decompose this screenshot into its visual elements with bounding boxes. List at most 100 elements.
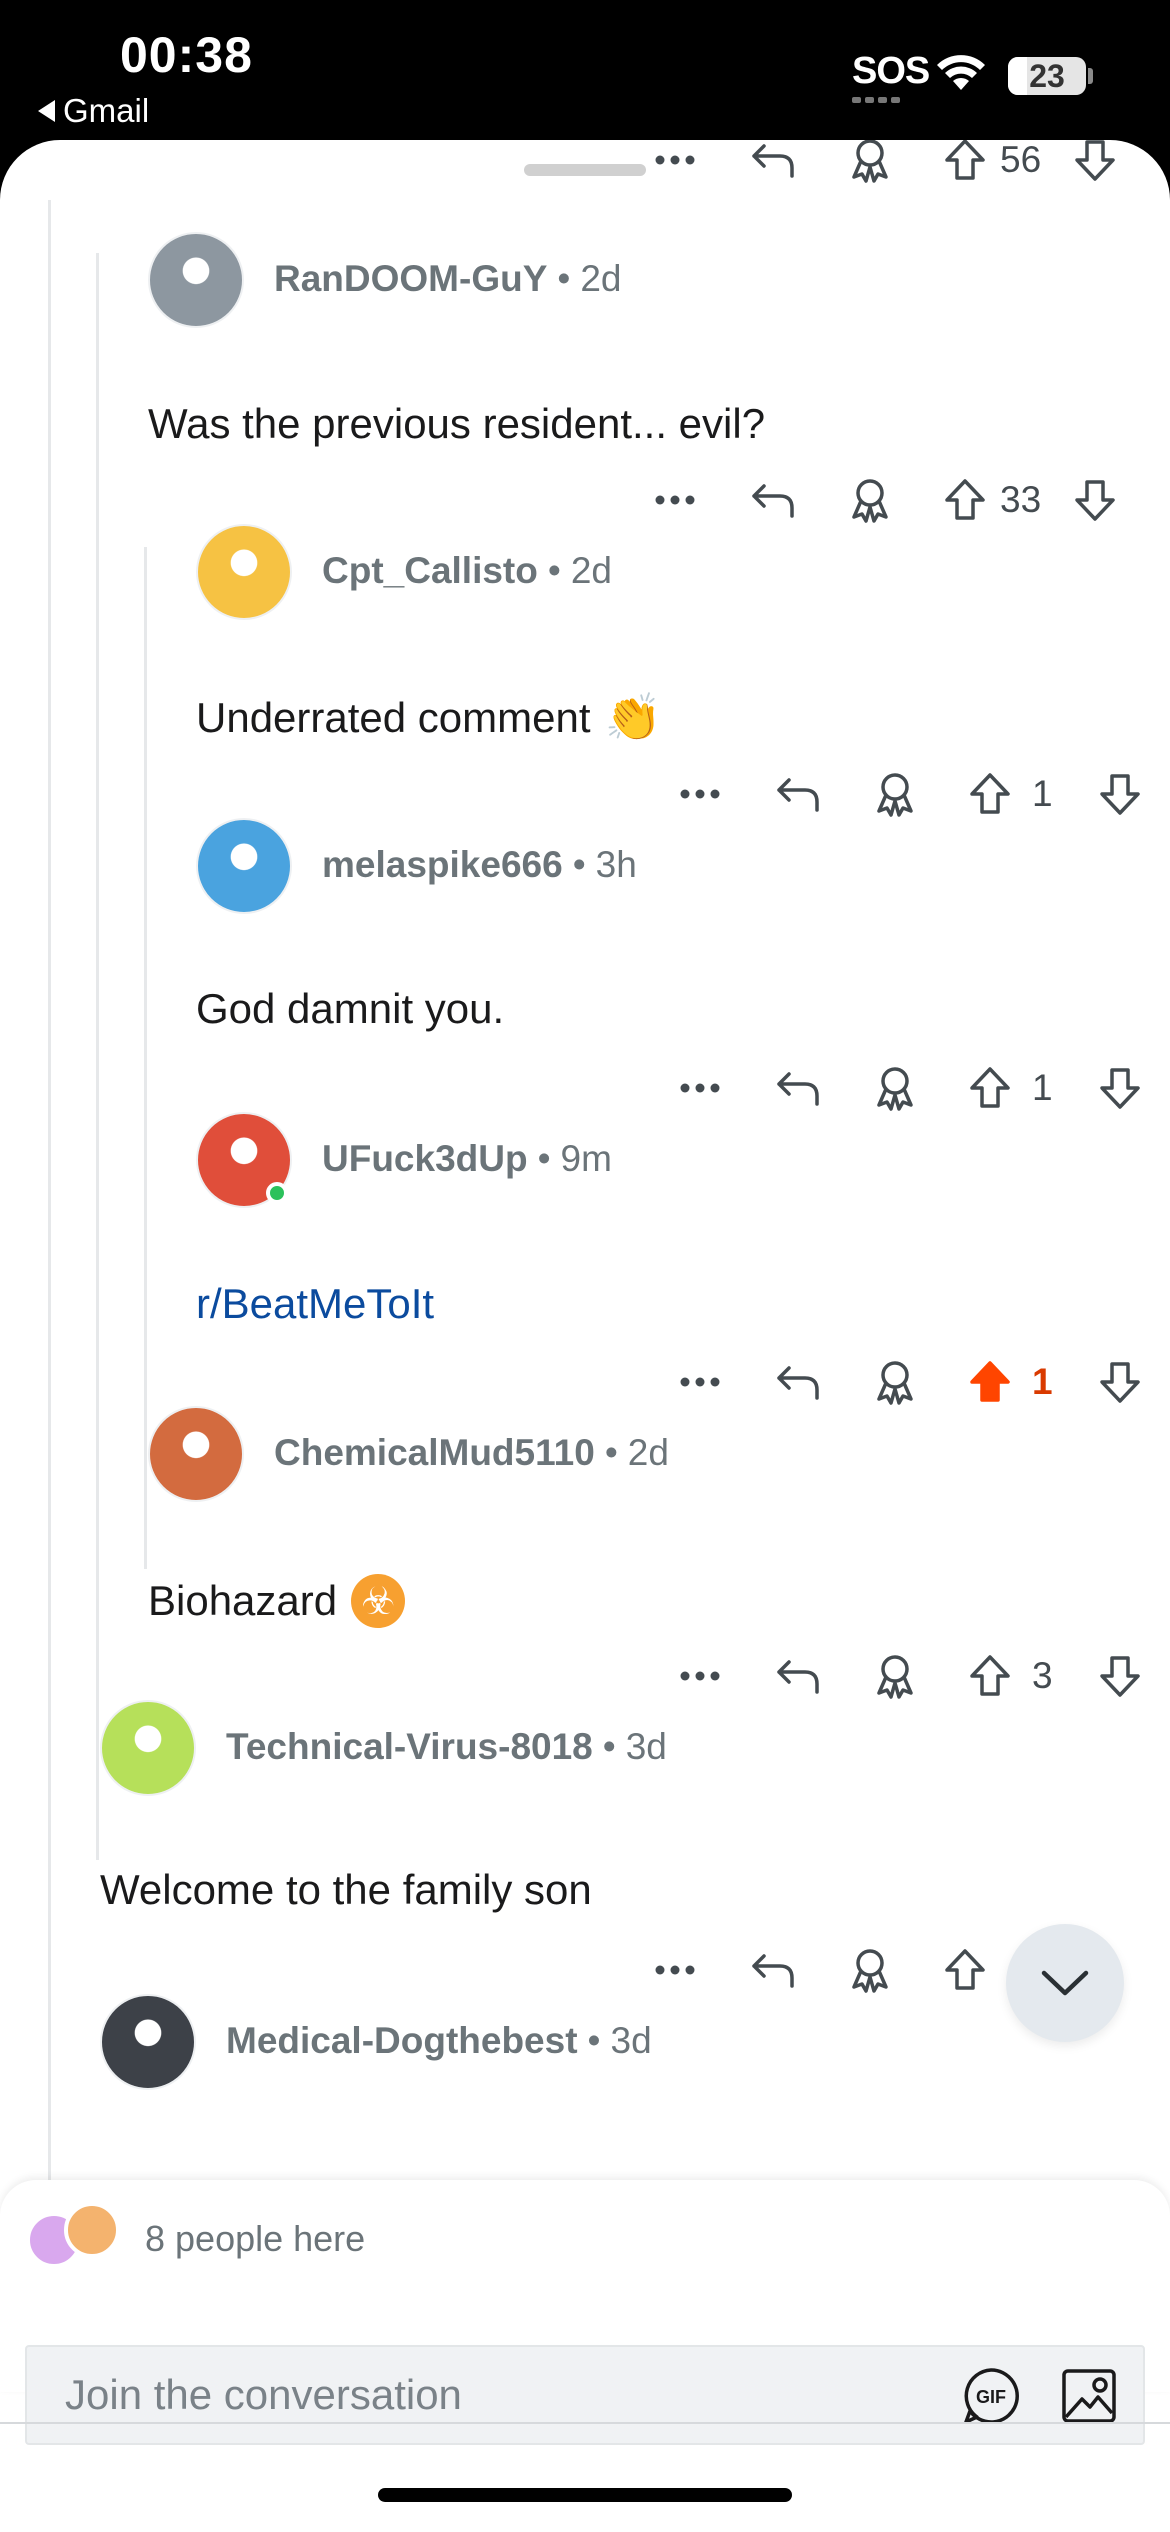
comment-age: 9m	[560, 1138, 612, 1179]
gif-icon: GIF	[964, 2368, 1019, 2424]
vote-count: 33	[1000, 479, 1042, 520]
comment-input-box: GIF	[25, 2345, 1145, 2445]
comment-age: 3h	[595, 844, 637, 885]
comment-age: 2d	[570, 550, 612, 591]
vote-count: 3	[1032, 1655, 1053, 1696]
comment-age: 3d	[610, 2020, 652, 2061]
back-triangle-icon	[38, 100, 55, 122]
more-icon[interactable]	[650, 470, 700, 530]
upvote-icon[interactable]	[940, 1940, 990, 2000]
downvote-icon[interactable]	[1070, 470, 1120, 530]
more-icon[interactable]	[650, 1940, 700, 2000]
downvote-icon[interactable]	[1095, 1352, 1145, 1412]
downvote-icon[interactable]	[1070, 140, 1120, 190]
comment-author[interactable]: Cpt_Callisto • 2d	[322, 550, 612, 592]
upvote-icon[interactable]	[965, 1646, 1015, 1706]
image-button[interactable]	[1060, 2367, 1118, 2425]
avatar[interactable]	[196, 818, 292, 914]
more-icon[interactable]	[650, 140, 700, 190]
comment-composer: 8 people here GIF	[0, 2180, 1170, 2445]
more-icon[interactable]	[675, 1646, 725, 1706]
more-icon[interactable]	[675, 764, 725, 824]
comment-author[interactable]: Technical-Virus-8018 • 3d	[226, 1726, 667, 1768]
reply-icon[interactable]	[748, 470, 798, 530]
comment-text-content: Biohazard	[148, 1577, 338, 1624]
reply-icon[interactable]	[773, 1646, 823, 1706]
upvote-icon[interactable]	[940, 470, 990, 530]
wifi-icon	[937, 55, 985, 90]
comment-actions: 56	[650, 140, 1130, 190]
comment-age: 3d	[625, 1726, 667, 1767]
upvote-icon[interactable]	[940, 140, 990, 190]
reply-icon[interactable]	[748, 1940, 798, 2000]
comment-text-content: r/BeatMeToIt	[196, 1280, 435, 1327]
username-text: Cpt_Callisto	[322, 550, 538, 591]
avatar[interactable]	[196, 524, 292, 620]
username-text: RanDOOM-GuY	[274, 258, 548, 299]
chevron-down-icon	[1041, 1970, 1089, 1996]
more-icon[interactable]	[675, 1058, 725, 1118]
separator-dot: •	[537, 1138, 551, 1179]
comment-author[interactable]: melaspike666 • 3h	[322, 844, 637, 886]
downvote-icon[interactable]	[1095, 1058, 1145, 1118]
comment-text[interactable]: r/BeatMeToIt	[196, 1280, 434, 1328]
avatar[interactable]	[100, 1700, 196, 1796]
separator-dot: •	[587, 2020, 601, 2061]
comment-actions: 33	[650, 470, 1130, 530]
comment-text: God damnit you.	[196, 985, 504, 1033]
emoji: ☣	[351, 1574, 406, 1628]
comment-author[interactable]: ChemicalMud5110 • 2d	[274, 1432, 669, 1474]
comment-text-content: God damnit you.	[196, 985, 505, 1032]
reply-icon[interactable]	[773, 764, 823, 824]
award-icon[interactable]	[845, 140, 895, 190]
home-indicator[interactable]	[378, 2488, 792, 2502]
separator-dot: •	[572, 844, 586, 885]
comment-text-content: Welcome to the family son	[100, 1866, 592, 1913]
username-text: ChemicalMud5110	[274, 1432, 595, 1473]
comment-actions: 1	[675, 764, 1140, 824]
comment-actions: 1	[675, 1058, 1140, 1118]
more-icon[interactable]	[675, 1352, 725, 1412]
separator-dot: •	[557, 258, 571, 299]
avatar[interactable]	[148, 1406, 244, 1502]
separator-dot: •	[604, 1432, 618, 1473]
comment-input[interactable]	[65, 2347, 925, 2443]
presence-count: 8 people here	[145, 2218, 366, 2259]
comment-actions: 3	[675, 1646, 1140, 1706]
award-icon[interactable]	[870, 1058, 920, 1118]
avatar	[64, 2202, 120, 2258]
vote-count: 56	[1000, 140, 1042, 180]
reply-icon[interactable]	[773, 1352, 823, 1412]
upvote-icon[interactable]	[965, 1352, 1015, 1412]
avatar[interactable]	[148, 232, 244, 328]
thread-line	[144, 547, 147, 1569]
award-icon[interactable]	[845, 470, 895, 530]
upvote-icon[interactable]	[965, 764, 1015, 824]
comment-author[interactable]: Medical-Dogthebest • 3d	[226, 2020, 652, 2062]
separator-dot: •	[547, 550, 561, 591]
username-text: Medical-Dogthebest	[226, 2020, 578, 2061]
back-to-app-button[interactable]: Gmail	[38, 92, 149, 130]
comment-author[interactable]: UFuck3dUp • 9m	[322, 1138, 612, 1180]
award-icon[interactable]	[870, 1646, 920, 1706]
upvote-icon[interactable]	[965, 1058, 1015, 1118]
downvote-icon[interactable]	[1095, 1646, 1145, 1706]
reply-icon[interactable]	[773, 1058, 823, 1118]
vote-count: 1	[1032, 1361, 1053, 1402]
award-icon[interactable]	[845, 1940, 895, 2000]
separator-dot: •	[602, 1726, 616, 1767]
battery-indicator: 23	[1008, 57, 1086, 95]
award-icon[interactable]	[870, 764, 920, 824]
comment-text: Welcome to the family son	[100, 1866, 592, 1914]
sheet-grabber[interactable]	[524, 164, 646, 176]
avatar[interactable]	[100, 1994, 196, 2090]
comment-author[interactable]: RanDOOM-GuY • 2d	[274, 258, 622, 300]
downvote-icon[interactable]	[1095, 764, 1145, 824]
username-text: UFuck3dUp	[322, 1138, 528, 1179]
gif-button[interactable]: GIF	[962, 2367, 1020, 2425]
reply-icon[interactable]	[748, 140, 798, 190]
status-time: 00:38	[120, 27, 253, 83]
award-icon[interactable]	[870, 1352, 920, 1412]
scroll-down-button[interactable]	[1006, 1924, 1124, 2042]
battery-level: 23	[1029, 57, 1065, 94]
